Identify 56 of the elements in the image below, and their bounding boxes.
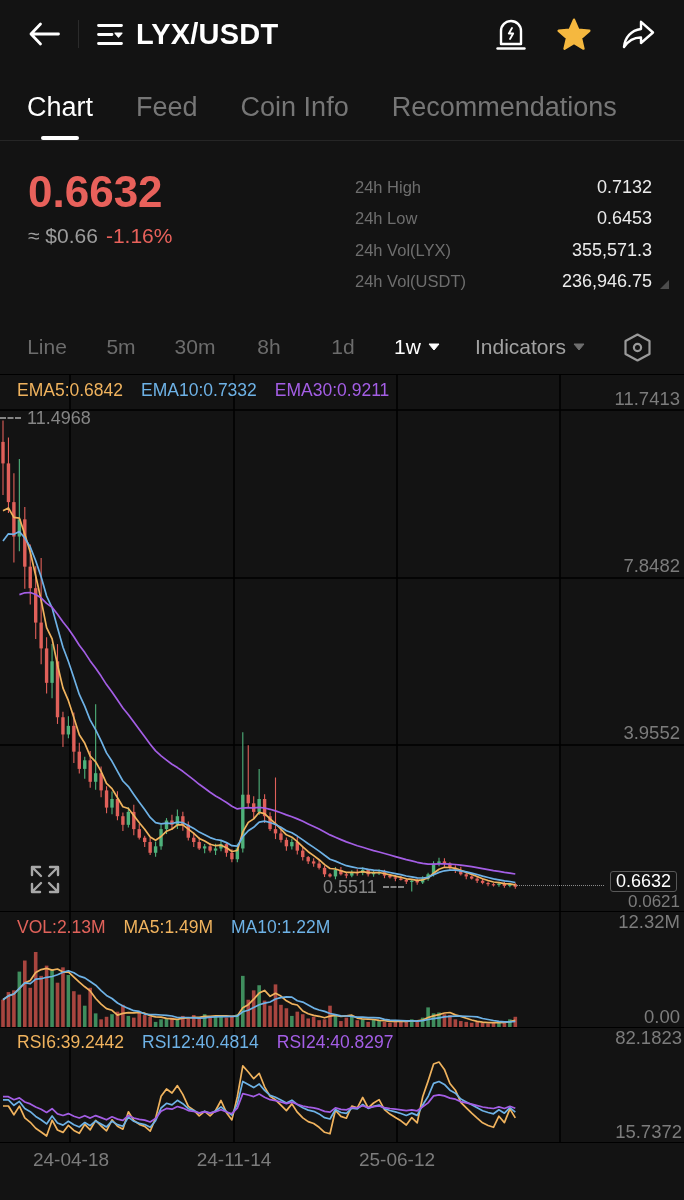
fiat-price: ≈ $0.66 (28, 224, 98, 248)
last-price: 0.6632 (28, 170, 164, 214)
axis-label: 0.0621 (628, 893, 680, 911)
tab[interactable]: Chart (27, 68, 94, 140)
axis-label: 12.32M (618, 912, 680, 932)
legend-label: VOL:2.13M (17, 917, 106, 937)
stat-label: 24h Vol(LYX) (355, 240, 452, 260)
interval-tab[interactable]: 30m (158, 335, 232, 359)
date-label: 25-06-12 (358, 1149, 436, 1170)
tab[interactable]: Recommendations (391, 68, 617, 140)
high-price-label: 11.4968 (27, 408, 91, 428)
interval-tab[interactable]: 5m (84, 335, 158, 359)
axis-label: 11.7413 (614, 389, 680, 409)
tab[interactable]: Coin Info (240, 68, 349, 140)
interval-tab[interactable]: Line (10, 335, 84, 359)
back-arrow-icon[interactable] (29, 22, 60, 46)
axis-label: 82.1823 (615, 1028, 682, 1048)
stat-value: 0.6453 (595, 208, 652, 230)
caret-icon (573, 343, 586, 351)
expand-icon[interactable] (30, 865, 60, 894)
stat-label: 24h Vol(USDT) (355, 272, 467, 292)
star-icon[interactable] (557, 17, 591, 51)
legend-label: RSI24:40.8297 (276, 1032, 394, 1052)
low-price-label: 0.5511 (323, 877, 377, 897)
price-change: -1.16% (105, 224, 173, 248)
stat-value: 236,946.75 (561, 271, 652, 293)
legend-label: RSI12:40.4814 (142, 1032, 259, 1052)
stat-label: 24h Low (355, 209, 419, 229)
interval-tab[interactable]: 1d (306, 335, 380, 359)
legend-label: EMA10:0.7332 (141, 380, 257, 400)
axis-label: 3.9552 (623, 723, 680, 743)
tab[interactable]: Feed (136, 68, 198, 140)
siren-icon[interactable] (496, 18, 526, 50)
share-icon[interactable] (622, 19, 655, 49)
axis-label: 7.8482 (623, 556, 680, 576)
stat-label: 24h High (355, 178, 423, 198)
pair-title[interactable]: LYX/USDT (136, 17, 279, 51)
legend-label: EMA5:0.6842 (17, 380, 124, 400)
settings-icon[interactable] (624, 332, 651, 362)
date-label: 24-11-14 (196, 1149, 272, 1170)
legend-label: EMA30:0.9211 (274, 380, 390, 400)
legend-label: MA5:1.49M (123, 917, 213, 937)
axis-label: 15.7372 (615, 1122, 682, 1142)
leader-line (0, 417, 21, 419)
interval-tab[interactable]: 8h (232, 335, 306, 359)
menu-icon[interactable] (97, 23, 123, 45)
stat-value: 0.7132 (595, 177, 652, 199)
date-label: 24-04-18 (32, 1149, 110, 1170)
interval-tab[interactable]: 1w (380, 335, 454, 359)
axis-label: 0.00 (644, 1007, 680, 1027)
legend-label: RSI6:39.2442 (17, 1032, 125, 1052)
stat-value: 355,571.3 (570, 239, 652, 261)
legend-label: MA10:1.22M (231, 917, 331, 937)
leader-line (382, 886, 404, 888)
indicators-button[interactable]: Indicators (475, 335, 586, 359)
last-price-tag: 0.6632 (609, 871, 677, 892)
